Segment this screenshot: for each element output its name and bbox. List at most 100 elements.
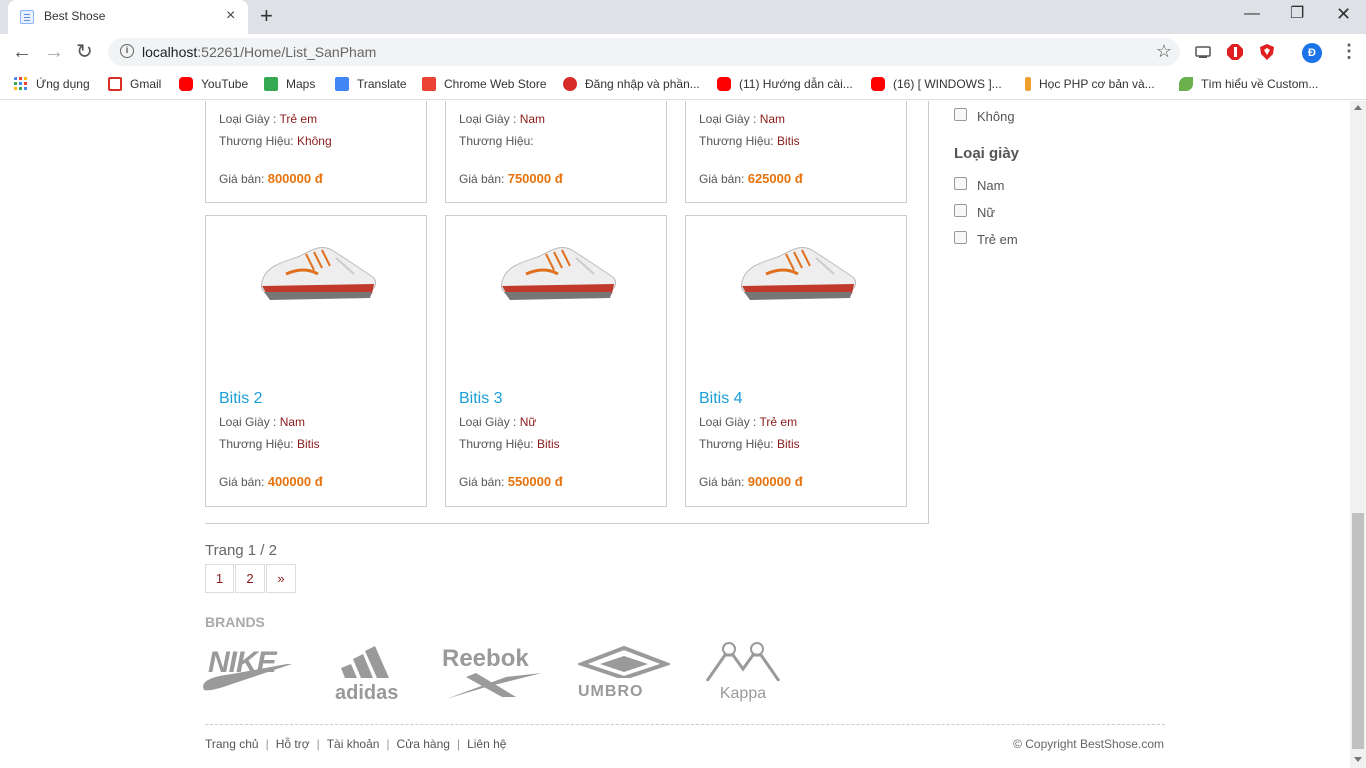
bookmark-gmail[interactable]: Gmail xyxy=(108,77,161,91)
product-card[interactable]: Loại Giày : Trẻ em Thương Hiệu: Không Gi… xyxy=(205,101,427,203)
scrollbar-thumb[interactable] xyxy=(1352,513,1364,749)
product-type: Loại Giày : Nữ xyxy=(459,415,537,429)
scroll-up-icon[interactable] xyxy=(1354,105,1362,110)
bookmark-youtube-windows[interactable]: (16) [ WINDOWS ]... xyxy=(871,77,1002,91)
nike-logo[interactable]: NIKE xyxy=(203,646,292,691)
product-card[interactable]: Loại Giày : Nam Thương Hiệu: Bitis Giá b… xyxy=(685,101,907,203)
browser-tab[interactable]: Best Shose × xyxy=(8,0,248,34)
cast-icon[interactable] xyxy=(1194,43,1212,61)
product-card[interactable]: Bitis 4 Loại Giày : Trẻ em Thương Hiệu: … xyxy=(685,215,907,507)
reload-icon[interactable]: ↻ xyxy=(76,41,93,63)
bookmark-apps[interactable]: Ứng dụng xyxy=(14,77,90,91)
close-window-icon[interactable]: ✕ xyxy=(1336,4,1351,24)
maps-icon xyxy=(264,77,278,91)
bookmarks-bar: Ứng dụng Gmail YouTube Maps Translate Ch… xyxy=(0,70,1366,100)
back-icon[interactable]: ← xyxy=(12,41,32,63)
footer-link-home[interactable]: Trang chủ xyxy=(205,737,259,751)
product-image[interactable] xyxy=(256,234,380,306)
filter-brand-none-label: Không xyxy=(977,109,1015,124)
bookmark-webstore[interactable]: Chrome Web Store xyxy=(422,77,547,91)
youtube-icon xyxy=(717,77,731,91)
j-icon xyxy=(1025,77,1031,91)
adidas-logo[interactable]: adidas xyxy=(335,646,409,703)
reebok-logo[interactable]: Reebok xyxy=(442,645,542,699)
product-image[interactable] xyxy=(496,234,620,306)
shield-extension-icon[interactable] xyxy=(1258,43,1276,61)
product-type: Loại Giày : Trẻ em xyxy=(699,415,798,429)
globe-icon xyxy=(563,77,577,91)
menu-dots-icon[interactable]: ⋮ xyxy=(1340,42,1358,60)
bookmark-php[interactable]: Học PHP cơ bản và... xyxy=(1025,77,1155,91)
product-name[interactable]: Bitis 2 xyxy=(219,390,263,408)
product-card[interactable]: Bitis 3 Loại Giày : Nữ Thương Hiệu: Biti… xyxy=(445,215,667,507)
close-tab-icon[interactable]: × xyxy=(226,7,235,25)
page-scrollbar[interactable] xyxy=(1350,101,1366,768)
nike-swoosh-icon xyxy=(203,664,292,691)
bookmark-youtube[interactable]: YouTube xyxy=(179,77,248,91)
youtube-icon xyxy=(179,77,193,91)
product-type: Loại Giày : Nam xyxy=(459,112,546,126)
product-card[interactable]: Bitis 2 Loại Giày : Nam Thương Hiệu: Bit… xyxy=(205,215,427,507)
kappa-omini-icon xyxy=(705,642,781,682)
new-tab-icon[interactable]: + xyxy=(260,4,273,28)
copyright: © Copyright BestShose.com xyxy=(1013,737,1164,751)
product-brand: Thương Hiệu: xyxy=(459,134,534,148)
youtube-icon xyxy=(871,77,885,91)
product-brand: Thương Hiệu: Không xyxy=(219,134,332,148)
footer-link-contact[interactable]: Liên hệ xyxy=(467,737,506,751)
filter-type-female-checkbox[interactable] xyxy=(954,204,967,217)
product-price: Giá bán: 900000 đ xyxy=(699,474,803,489)
adidas-stripes-icon xyxy=(341,646,389,678)
footer-link-support[interactable]: Hỗ trợ xyxy=(276,737,310,751)
product-price: Giá bán: 625000 đ xyxy=(699,171,803,186)
bookmark-login[interactable]: Đăng nhập và phần... xyxy=(563,77,700,91)
leaf-icon xyxy=(1179,77,1193,91)
bookmark-star-icon[interactable]: ☆ xyxy=(1156,41,1172,62)
filter-brand-none-checkbox[interactable] xyxy=(954,108,967,121)
footer-link-account[interactable]: Tài khoản xyxy=(327,737,380,751)
product-name[interactable]: Bitis 3 xyxy=(459,390,503,408)
product-card[interactable]: Loại Giày : Nam Thương Hiệu: Giá bán: 75… xyxy=(445,101,667,203)
scroll-down-icon[interactable] xyxy=(1354,757,1362,762)
page-2-button[interactable]: 2 xyxy=(235,564,265,593)
grid-divider xyxy=(205,523,929,524)
gmail-icon xyxy=(108,77,122,91)
filter-type-female-label: Nữ xyxy=(977,205,996,220)
product-name[interactable]: Bitis 4 xyxy=(699,390,743,408)
umbro-logo[interactable]: UMBRO xyxy=(576,645,672,700)
filter-type-male-checkbox[interactable] xyxy=(954,177,967,190)
next-page-button[interactable]: » xyxy=(266,564,296,593)
brands-title: BRANDS xyxy=(205,614,265,630)
browser-tab-strip: Best Shose × + — ❐ ✕ xyxy=(0,0,1366,34)
filter-type-kids-label: Trẻ em xyxy=(977,232,1018,247)
filter-type-male-label: Nam xyxy=(977,178,1005,193)
adblock-extension-icon[interactable] xyxy=(1226,43,1244,61)
profile-avatar[interactable]: Đ xyxy=(1302,43,1322,63)
tab-title: Best Shose xyxy=(44,9,106,23)
page-content: Loại Giày : Trẻ em Thương Hiệu: Không Gi… xyxy=(0,101,1350,768)
product-brand: Thương Hiệu: Bitis xyxy=(459,437,560,451)
filter-type-kids-checkbox[interactable] xyxy=(954,231,967,244)
product-brand: Thương Hiệu: Bitis xyxy=(699,437,800,451)
footer-nav: Trang chủ | Hỗ trợ | Tài khoản | Cửa hàng | Liên… xyxy=(205,737,507,751)
page-1-button[interactable]: 1 xyxy=(205,564,234,593)
bookmark-translate[interactable]: Translate xyxy=(335,77,407,91)
reebok-vector-icon xyxy=(446,673,542,699)
footer-link-store[interactable]: Cửa hàng xyxy=(397,737,450,751)
page-indicator: Trang 1 / 2 xyxy=(205,542,277,559)
kappa-logo[interactable]: Kappa xyxy=(703,641,783,702)
product-image[interactable] xyxy=(736,234,860,306)
restore-icon[interactable]: ❐ xyxy=(1290,4,1304,24)
minimize-icon[interactable]: — xyxy=(1244,4,1260,24)
site-info-icon[interactable]: i xyxy=(120,44,134,58)
forward-icon[interactable]: → xyxy=(44,41,64,63)
bookmark-custom[interactable]: Tìm hiểu về Custom... xyxy=(1179,77,1318,91)
address-bar[interactable]: i localhost:52261/Home/List_SanPham ☆ xyxy=(108,38,1180,66)
apps-grid-icon xyxy=(14,77,27,90)
bookmark-youtube-guide[interactable]: (11) Hướng dẫn cài... xyxy=(717,77,853,91)
product-type: Loại Giày : Trẻ em xyxy=(219,112,318,126)
webstore-icon xyxy=(422,77,436,91)
filter-type-title: Loại giày xyxy=(954,145,1020,162)
url-text: localhost:52261/Home/List_SanPham xyxy=(142,44,377,60)
bookmark-maps[interactable]: Maps xyxy=(264,77,315,91)
